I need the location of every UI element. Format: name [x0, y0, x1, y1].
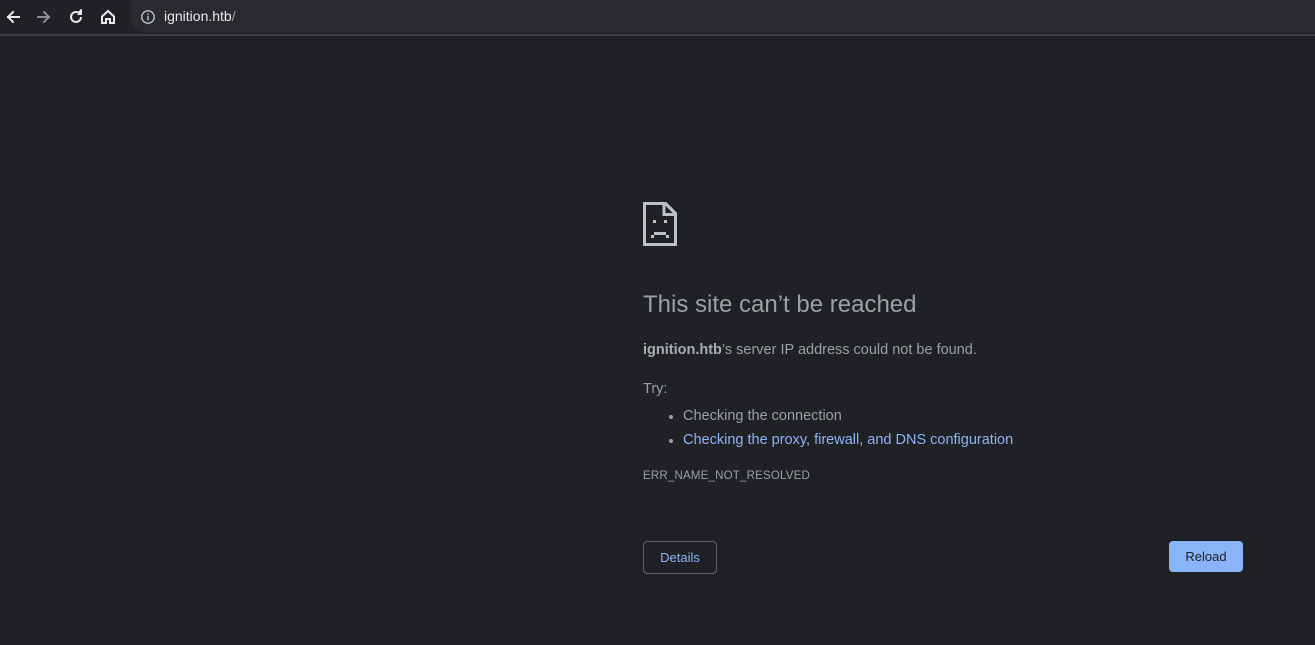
reload-button[interactable]: Reload — [1169, 541, 1243, 572]
back-button[interactable] — [0, 4, 26, 30]
arrow-right-icon — [37, 10, 51, 24]
details-button[interactable]: Details — [643, 541, 717, 574]
reload-toolbar-button[interactable] — [63, 4, 89, 30]
address-bar[interactable]: ignition.htb/ — [130, 0, 1315, 33]
home-icon — [101, 9, 115, 24]
url-text[interactable]: ignition.htb/ — [164, 8, 236, 24]
url-path: / — [231, 8, 236, 24]
browser-toolbar: ignition.htb/ — [0, 0, 1315, 36]
url-host: ignition.htb — [164, 8, 232, 24]
reload-icon — [70, 9, 82, 23]
suggestion-check-proxy-link[interactable]: Checking the proxy, firewall, and DNS co… — [668, 428, 1013, 452]
error-title: This site can’t be reached — [643, 291, 917, 318]
error-code: ERR_NAME_NOT_RESOLVED — [643, 470, 810, 482]
error-host: ignition.htb — [643, 342, 722, 358]
suggestions-list: Checking the connection Checking the pro… — [668, 404, 1013, 452]
arrow-left-icon — [6, 10, 20, 24]
forward-button[interactable] — [31, 4, 57, 30]
sad-document-icon — [643, 202, 677, 246]
home-button[interactable] — [95, 4, 121, 30]
error-description: ignition.htb’s server IP address could n… — [643, 342, 977, 358]
try-label: Try: — [643, 381, 668, 397]
error-description-text: ’s server IP address could not be found. — [721, 342, 977, 358]
suggestion-check-connection: Checking the connection — [668, 404, 1013, 428]
info-icon[interactable] — [140, 9, 156, 25]
